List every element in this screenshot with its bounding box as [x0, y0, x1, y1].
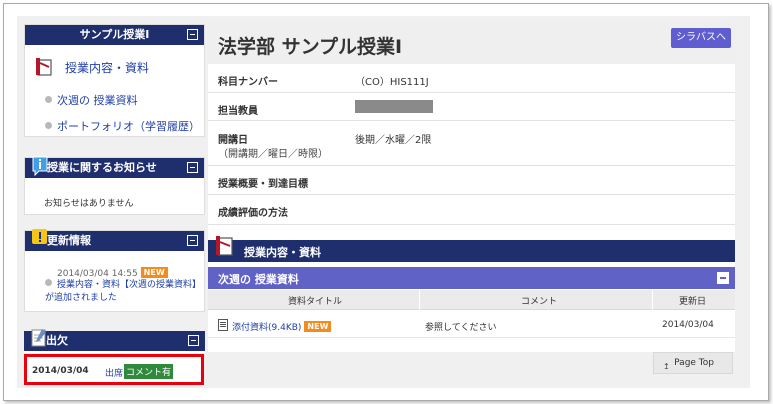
collapse-icon[interactable] — [187, 162, 198, 173]
attendance-date: 2014/03/04 — [32, 366, 89, 376]
syllabus-button[interactable]: シラバスへ — [671, 28, 731, 48]
up-arrow-icon: ↥ — [663, 362, 670, 371]
materials-section-header: 授業内容・資料 — [208, 236, 735, 262]
notepad-icon — [31, 329, 46, 347]
new-badge: NEW — [140, 267, 168, 278]
collapse-icon[interactable] — [187, 29, 198, 40]
file-icon — [218, 319, 228, 331]
page-top-button[interactable]: ↥ Page Top — [653, 352, 733, 374]
attendance-status[interactable]: 出席 — [105, 366, 123, 379]
course-panel-header: サンプル授業Ⅰ — [25, 25, 204, 45]
notice-panel: 授業に関するお知らせ お知らせはありません — [24, 156, 205, 215]
next-week-materials-header: 次週の 授業資料 — [208, 267, 735, 289]
collapse-icon[interactable] — [187, 235, 198, 246]
alert-icon — [32, 229, 47, 244]
bullet-icon — [45, 96, 52, 103]
collapse-icon[interactable] — [717, 272, 729, 284]
column-header-updated: 更新日 — [679, 297, 707, 307]
next-week-materials-title: 次週の 授業資料 — [218, 273, 299, 286]
update-link[interactable]: 授業内容・資料【次週の授業資料】が追加されました — [45, 279, 205, 305]
book-icon — [36, 58, 52, 76]
evaluation-row: 成績評価の方法 — [208, 195, 735, 225]
course-materials-label: 授業内容・資料 — [65, 61, 150, 75]
row-comment: 参照してください — [425, 323, 497, 333]
page-title: 法学部 サンプル授業Ⅰ — [218, 36, 403, 58]
evaluation-label: 成績評価の方法 — [218, 208, 288, 219]
attendance-row: 2014/03/04 出席 コメント有 — [24, 354, 204, 385]
schedule-row: 開講日 （開講期／曜日／時限） 後期／水曜／2限 — [208, 121, 735, 166]
book-icon — [216, 236, 233, 256]
schedule-sublabel: （開講期／曜日／時限） — [218, 149, 328, 160]
course-number-row: 科目ナンバー （CO）HIS111J — [208, 64, 735, 93]
overview-row: 授業概要・到達目標 — [208, 166, 735, 195]
schedule-label: 開講日 — [218, 135, 248, 146]
attendance-panel: 出欠 — [24, 329, 205, 353]
attendance-panel-title: 出欠 — [46, 334, 68, 347]
overview-label: 授業概要・到達目標 — [218, 179, 308, 190]
course-number-value: （CO）HIS111J — [355, 77, 429, 88]
new-badge: NEW — [304, 321, 332, 332]
update-date: 2014/03/04 14:55 NEW — [57, 267, 168, 279]
comment-badge[interactable]: コメント有 — [124, 364, 174, 379]
attendance-panel-header: 出欠 — [24, 329, 205, 351]
course-panel-title: サンプル授業Ⅰ — [79, 28, 150, 41]
info-icon — [32, 156, 48, 177]
collapse-icon[interactable] — [188, 335, 199, 346]
column-header-title: 資料タイトル — [288, 297, 343, 307]
bullet-icon — [45, 122, 52, 129]
redacted-instructor — [355, 100, 433, 113]
column-header-comment: コメント — [521, 297, 558, 307]
course-number-label: 科目ナンバー — [218, 77, 278, 88]
bullet-icon — [45, 279, 52, 286]
attachment-link[interactable]: 添付資料(9.4KB) NEW — [232, 320, 332, 333]
update-panel: 更新情報 2014/03/04 14:55 NEW 授業内容・資料【次週の授業資料… — [24, 229, 205, 312]
column-divider — [419, 290, 420, 310]
schedule-value: 後期／水曜／2限 — [355, 135, 432, 146]
title-bar: 法学部 サンプル授業Ⅰ シラバスへ — [208, 22, 735, 64]
notice-panel-title: 授業に関するお知らせ — [47, 161, 157, 174]
page-top-label: Page Top — [674, 358, 714, 368]
notice-panel-header: 授業に関するお知らせ — [25, 156, 204, 178]
instructor-label: 担当教員 — [218, 106, 258, 117]
column-divider — [652, 290, 653, 310]
materials-section-title: 授業内容・資料 — [244, 246, 321, 259]
instructor-row: 担当教員 — [208, 93, 735, 121]
portfolio-link[interactable]: ポートフォリオ（学習履歴） — [45, 118, 200, 134]
table-row: 添付資料(9.4KB) NEW 参照してください 2014/03/04 — [208, 314, 735, 338]
no-notice-text: お知らせはありません — [44, 199, 134, 209]
update-panel-title: 更新情報 — [47, 234, 91, 247]
next-week-materials-link[interactable]: 次週の 授業資料 — [45, 92, 138, 108]
materials-table-header: 資料タイトル コメント 更新日 — [208, 290, 735, 310]
course-panel: サンプル授業Ⅰ 授業内容・資料 次週の 授業資料 ポートフォリオ（学習履歴） — [24, 24, 205, 137]
main-content: 法学部 サンプル授業Ⅰ シラバスへ 科目ナンバー （CO）HIS111J 担当教… — [208, 22, 735, 352]
row-updated-date: 2014/03/04 — [662, 320, 714, 330]
update-panel-header: 更新情報 — [25, 229, 204, 251]
